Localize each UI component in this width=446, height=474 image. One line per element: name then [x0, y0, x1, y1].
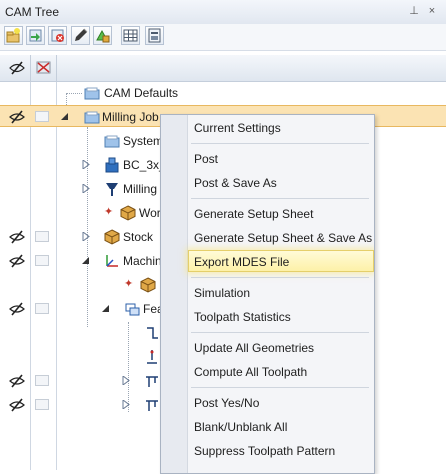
folder-icon: [104, 135, 120, 148]
axes-icon: [106, 255, 118, 267]
green-arrow-icon: [96, 29, 110, 43]
import-icon: [29, 29, 42, 42]
menu-item-suppress-toolpath-pattern[interactable]: Suppress Toolpath Pattern: [189, 440, 369, 462]
delete-button[interactable]: [48, 26, 67, 45]
visibility-icon[interactable]: [9, 110, 25, 124]
display-toggle[interactable]: [35, 255, 49, 266]
new-job-icon: [6, 28, 20, 43]
menu-separator: [191, 332, 369, 333]
expand-icon[interactable]: [122, 400, 130, 409]
edit-button[interactable]: [71, 26, 90, 45]
visibility-icon[interactable]: [9, 254, 25, 268]
display-toggle[interactable]: [35, 303, 49, 314]
part-box-icon: [140, 277, 156, 293]
panel-title-bar: CAM Tree ⊥ ×: [0, 0, 446, 25]
menu-item-export-mdes-file[interactable]: Export MDES File: [188, 250, 374, 272]
operation-icon: [147, 327, 158, 339]
settings-sheet-button[interactable]: [145, 26, 164, 45]
visibility-icon[interactable]: [9, 230, 25, 244]
grid-icon: [123, 29, 138, 42]
tree-item-label: Stock: [123, 230, 154, 244]
tree-item-label: System: [123, 134, 164, 148]
toolpath-icon: [146, 400, 158, 411]
panel-title: CAM Tree: [5, 5, 60, 19]
pin-icon[interactable]: ⊥: [407, 4, 421, 18]
menu-item-generate-setup-sheet[interactable]: Generate Setup Sheet: [189, 203, 369, 225]
menu-item-toolpath-statistics[interactable]: Toolpath Statistics: [189, 306, 369, 328]
visibility-icon[interactable]: [9, 374, 25, 388]
settings-sheet-icon: [148, 28, 161, 43]
delete-icon: [51, 29, 64, 42]
visibility-icon[interactable]: [9, 302, 25, 316]
menu-item-post[interactable]: Post: [189, 148, 369, 170]
grid-button[interactable]: [121, 26, 140, 45]
display-toggle[interactable]: [35, 111, 49, 122]
menu-icon-gutter: [161, 115, 188, 473]
expand-icon[interactable]: [82, 160, 90, 169]
collapse-icon[interactable]: [82, 256, 90, 265]
import-button[interactable]: [26, 26, 45, 45]
visibility-column-icon[interactable]: [9, 60, 25, 76]
folder-icon: [84, 87, 100, 100]
menu-item-update-all-geometries[interactable]: Update All Geometries: [189, 337, 369, 359]
move-button[interactable]: [93, 26, 112, 45]
close-icon[interactable]: ×: [425, 4, 439, 18]
expand-icon[interactable]: [82, 184, 90, 193]
target-marker-icon: ✦: [104, 206, 114, 218]
expand-icon[interactable]: [82, 232, 90, 241]
tree-item-label: Milling: [123, 182, 158, 196]
display-column-icon[interactable]: [36, 60, 52, 76]
menu-item-post-yes-no[interactable]: Post Yes/No: [189, 392, 369, 414]
display-toggle[interactable]: [35, 231, 49, 242]
menu-separator: [191, 277, 369, 278]
target-marker-icon: ✦: [124, 278, 134, 290]
menu-separator: [191, 387, 369, 388]
tree-item-label: CAM Defaults: [104, 86, 179, 100]
machine-icon: [105, 157, 119, 173]
menu-item-blank-unblank-all[interactable]: Blank/Unblank All: [189, 416, 369, 438]
menu-separator: [191, 143, 369, 144]
tree-row-cam-defaults[interactable]: CAM Defaults: [0, 82, 446, 104]
toolbar: [0, 24, 446, 51]
features-icon: [125, 303, 140, 316]
tree-item-label: Machin: [123, 254, 162, 268]
stock-box-icon: [104, 229, 120, 245]
tree-item-label: Milling Job: [102, 110, 159, 124]
menu-separator: [191, 198, 369, 199]
tree-item-label: Wor: [139, 206, 161, 220]
menu-item-current-settings[interactable]: Current Settings: [189, 117, 369, 139]
expand-icon[interactable]: [122, 376, 130, 385]
visibility-icon[interactable]: [9, 398, 25, 412]
folder-icon: [84, 111, 100, 124]
pencil-icon: [75, 28, 88, 41]
tool-icon: [106, 183, 118, 196]
column-header: [0, 55, 446, 82]
menu-item-simulation[interactable]: Simulation: [189, 282, 369, 304]
menu-item-generate-setup-sheet-save-as[interactable]: Generate Setup Sheet & Save As: [189, 227, 372, 249]
menu-item-compute-all-toolpath[interactable]: Compute All Toolpath: [189, 361, 369, 383]
collapse-icon[interactable]: [102, 304, 110, 313]
context-menu: Current Settings Post Post & Save As Gen…: [160, 114, 375, 474]
new-job-button[interactable]: [4, 26, 23, 45]
drill-operation-icon: [147, 350, 157, 364]
toolpath-icon: [146, 376, 158, 387]
display-toggle[interactable]: [35, 399, 49, 410]
menu-item-post-save-as[interactable]: Post & Save As: [189, 172, 369, 194]
workpiece-icon: [120, 205, 136, 221]
display-toggle[interactable]: [35, 375, 49, 386]
collapse-icon[interactable]: [61, 112, 69, 121]
